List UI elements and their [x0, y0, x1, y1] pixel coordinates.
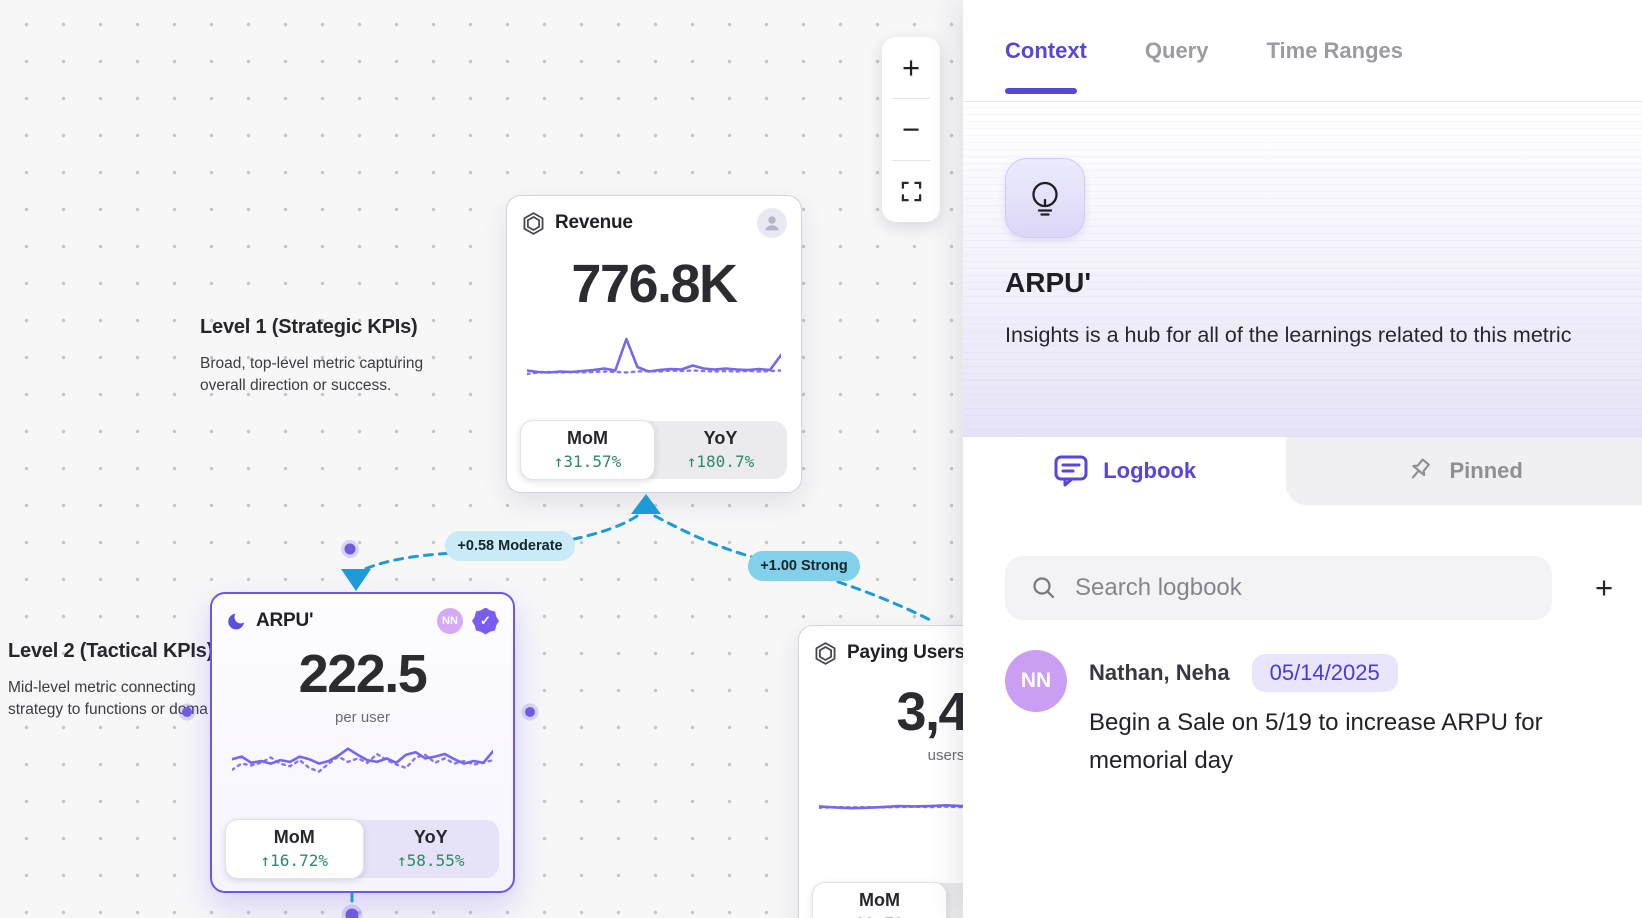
metric-card-arpu[interactable]: ARPU' NN ✓ 222.5 per user MoM ↑16.72% Yo…	[210, 592, 515, 893]
tab-time-ranges[interactable]: Time Ranges	[1266, 0, 1403, 101]
panel-tab-bar: Context Query Time Ranges	[963, 0, 1642, 102]
level-1-description: Broad, top-level metric capturing overal…	[200, 353, 440, 397]
tab-logbook[interactable]: Logbook	[963, 437, 1286, 505]
metric-tree-canvas[interactable]: Level 1 (Strategic KPIs) Broad, top-leve…	[0, 0, 963, 918]
correlation-label-moderate[interactable]: +0.58 Moderate	[445, 531, 575, 561]
metric-unit: per user	[226, 709, 499, 726]
metric-description: Insights is a hub for all of the learnin…	[1005, 317, 1585, 353]
search-icon	[1031, 575, 1057, 601]
edge-arrow-into-arpu	[341, 569, 371, 591]
zoom-in-button[interactable]: +	[882, 37, 940, 98]
logbook-tab-label: Logbook	[1103, 458, 1196, 484]
logbook-search[interactable]	[1005, 556, 1552, 620]
metric-value: 222.5	[226, 645, 499, 703]
tab-context[interactable]: Context	[1005, 0, 1087, 101]
pin-icon	[1405, 456, 1435, 486]
lightbulb-icon	[1025, 178, 1065, 218]
moon-icon	[226, 611, 247, 632]
revenue-sparkline	[527, 327, 781, 385]
context-panel: Context Query Time Ranges ARPU' Insights…	[963, 0, 1642, 918]
yoy-stat[interactable]: YoY ↑58.55%	[363, 820, 500, 878]
level-2-description: Mid-level metric connecting strategy to …	[8, 677, 220, 721]
mom-stat[interactable]: MoM ↑12.72%	[812, 882, 947, 918]
hexagon-icon	[813, 641, 838, 666]
metric-card-paying-users[interactable]: Paying Users' 3,49 users MoM ↑12.72%	[798, 625, 963, 918]
app-root: Level 1 (Strategic KPIs) Broad, top-leve…	[0, 0, 1642, 918]
logbook-tab-bar: Logbook Pinned	[963, 437, 1642, 505]
verified-badge-icon: ✓	[472, 608, 499, 635]
hexagon-icon	[521, 211, 546, 236]
insights-lightbulb-button[interactable]	[1005, 158, 1085, 238]
metric-value: 776.8K	[521, 255, 787, 313]
correlation-label-strong[interactable]: +1.00 Strong	[748, 551, 860, 581]
avatar: NN	[1005, 650, 1067, 712]
mom-stat[interactable]: MoM ↑16.72%	[225, 819, 364, 879]
card-title: Paying Users'	[847, 642, 963, 664]
add-log-entry-button[interactable]: +	[1584, 568, 1624, 608]
level-2-title: Level 2 (Tactical KPIs)	[8, 640, 220, 663]
arpu-sparkline	[232, 734, 493, 786]
zoom-toolbar: + −	[882, 37, 940, 222]
metric-context-hero: ARPU' Insights is a hub for all of the l…	[963, 102, 1642, 437]
zoom-out-button[interactable]: −	[882, 99, 940, 160]
yoy-stat[interactable]	[946, 883, 963, 918]
fullscreen-icon	[901, 181, 922, 202]
search-input[interactable]	[1073, 573, 1532, 603]
metric-unit: users	[813, 747, 963, 764]
metric-card-revenue[interactable]: Revenue 776.8K MoM ↑31.57% YoY	[506, 195, 802, 493]
entry-body: Nathan, Neha 05/14/2025 Begin a Sale on …	[1089, 650, 1614, 780]
entry-author: Nathan, Neha	[1089, 660, 1230, 686]
owner-avatar-badge: NN	[437, 608, 463, 634]
stat-toggle: MoM ↑31.57% YoY ↑180.7%	[521, 421, 787, 479]
stat-toggle: MoM ↑12.72%	[813, 883, 963, 918]
edge-arrow-into-revenue	[631, 494, 661, 514]
level-2-annotation: Level 2 (Tactical KPIs) Mid-level metric…	[8, 640, 220, 721]
logbook-search-row: +	[963, 556, 1642, 620]
mom-stat[interactable]: MoM ↑31.57%	[520, 420, 655, 480]
level-1-title: Level 1 (Strategic KPIs)	[200, 316, 440, 339]
metric-name-heading: ARPU'	[1005, 267, 1091, 299]
paying-users-sparkline	[819, 774, 963, 818]
logbook-entry[interactable]: NN Nathan, Neha 05/14/2025 Begin a Sale …	[963, 650, 1642, 780]
tab-query[interactable]: Query	[1145, 0, 1209, 101]
entry-text: Begin a Sale on 5/19 to increase ARPU fo…	[1089, 704, 1614, 780]
card-title: Revenue	[555, 212, 633, 234]
logbook-icon	[1053, 454, 1089, 488]
stat-toggle: MoM ↑16.72% YoY ↑58.55%	[226, 820, 499, 878]
yoy-stat[interactable]: YoY ↑180.7%	[654, 421, 787, 479]
tab-pinned[interactable]: Pinned	[1286, 437, 1642, 505]
card-title: ARPU'	[256, 610, 313, 632]
metric-value: 3,49	[813, 683, 963, 741]
person-avatar-icon	[757, 208, 787, 238]
fit-view-button[interactable]	[882, 161, 940, 222]
pinned-tab-label: Pinned	[1449, 458, 1522, 484]
entry-date-badge: 05/14/2025	[1252, 654, 1398, 692]
level-1-annotation: Level 1 (Strategic KPIs) Broad, top-leve…	[200, 316, 440, 397]
